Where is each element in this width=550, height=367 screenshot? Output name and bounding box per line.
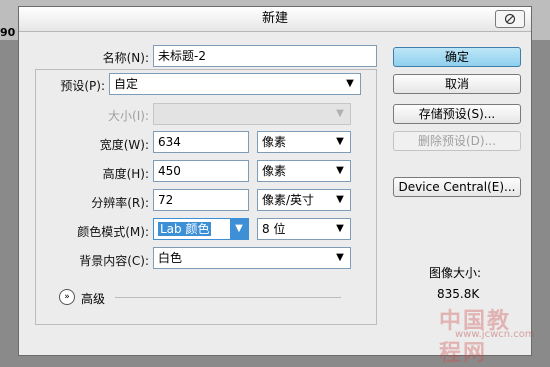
dialog-title: 新建 (261, 11, 288, 26)
preset-select[interactable]: 自定 ▼ (109, 73, 361, 95)
background-contents-value: 白色 (158, 251, 183, 265)
chevron-down-icon: ▼ (346, 78, 354, 89)
height-label: 高度(H): (102, 167, 149, 181)
width-unit-select[interactable]: 像素 ▼ (257, 131, 351, 153)
chevron-down-icon: ▼ (230, 219, 248, 239)
chevron-down-icon: ▼ (336, 108, 344, 119)
device-central-button[interactable]: Device Central(E)... (393, 177, 521, 197)
image-size-label: 图像大小: (429, 266, 482, 280)
width-label: 宽度(W): (99, 138, 149, 152)
new-document-dialog: 新建 名称(N): 未标题-2 预设(P): 自定 ▼ 大小(I): ▼ 宽度(… (18, 6, 535, 366)
resolution-unit-value: 像素/英寸 (262, 193, 315, 207)
chevron-down-icon: ▼ (336, 136, 344, 147)
double-chevron-down-icon[interactable]: » (59, 289, 75, 305)
height-unit-select[interactable]: 像素 ▼ (257, 160, 351, 182)
chevron-down-icon: ▼ (336, 165, 344, 176)
cancel-button[interactable]: 取消 (393, 74, 521, 94)
advanced-label[interactable]: 高级 (81, 290, 105, 307)
color-mode-select[interactable]: Lab 颜色 ▼ (153, 218, 249, 240)
width-field[interactable]: 634 (153, 131, 249, 153)
chevron-down-icon: ▼ (336, 252, 344, 263)
ok-button[interactable]: 确定 (393, 47, 521, 67)
preset-value: 自定 (114, 77, 139, 91)
resolution-unit-select[interactable]: 像素/英寸 ▼ (257, 189, 351, 211)
resolution-field[interactable]: 72 (153, 189, 249, 211)
delete-preset-button: 删除预设(D)... (393, 131, 521, 151)
preset-label: 预设(P): (60, 79, 105, 93)
no-entry-icon[interactable] (495, 10, 525, 28)
width-unit-value: 像素 (262, 135, 287, 149)
chevron-down-icon: ▼ (336, 194, 344, 205)
height-field[interactable]: 450 (153, 160, 249, 182)
dialog-titlebar: 新建 (19, 7, 531, 32)
watermark-url: www.jcwcn.com (455, 329, 535, 340)
bit-depth-value: 8 位 (262, 222, 286, 236)
save-preset-button[interactable]: 存储预设(S)... (393, 104, 521, 124)
chevron-down-icon: ▼ (336, 223, 344, 234)
color-mode-value: Lab 颜色 (158, 222, 212, 236)
ruler-number: 90 (0, 26, 16, 39)
size-select: ▼ (153, 103, 351, 125)
height-unit-value: 像素 (262, 164, 287, 178)
background-contents-label: 背景内容(C): (79, 254, 149, 268)
bit-depth-select[interactable]: 8 位 ▼ (257, 218, 351, 240)
background-contents-select[interactable]: 白色 ▼ (153, 247, 351, 269)
resolution-label: 分辨率(R): (91, 196, 149, 210)
image-size-value: 835.8K (437, 287, 480, 301)
name-field[interactable]: 未标题-2 (153, 45, 377, 67)
color-mode-label: 颜色模式(M): (77, 225, 149, 239)
size-label: 大小(I): (108, 109, 149, 123)
name-label: 名称(N): (102, 51, 149, 65)
advanced-divider (115, 297, 341, 298)
